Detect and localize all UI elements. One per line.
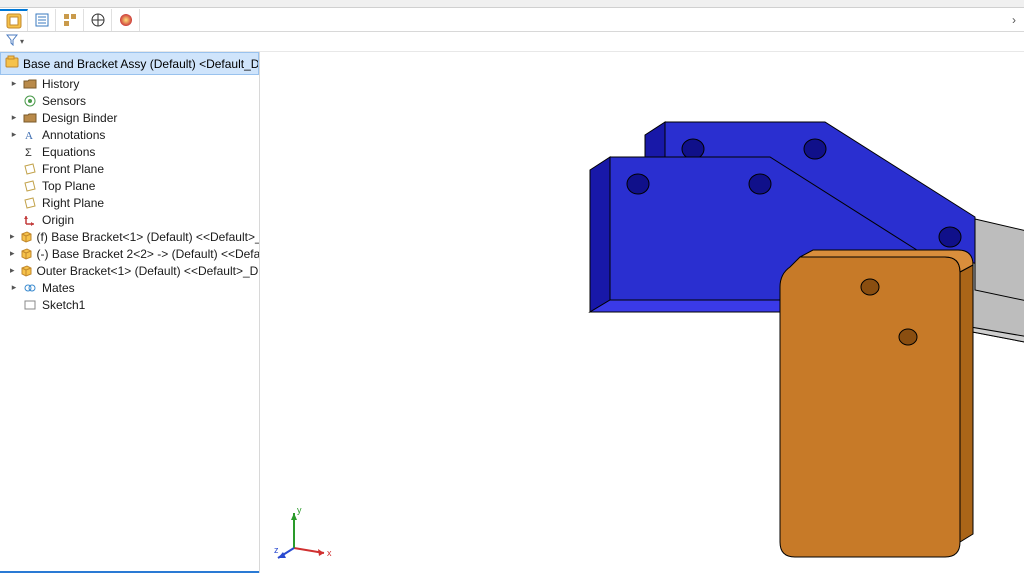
feature-tree: ▸ History Sensors ▸ Design Binder ▸ A Annotatio… [0,75,259,570]
tree-node[interactable]: ▸ Outer Bracket<1> (Default) <<Default>_D… [0,262,259,279]
sigma-icon: Σ [22,145,38,159]
folder-icon [22,111,38,125]
tree-node[interactable]: Σ Equations [0,143,259,160]
svg-text:A: A [25,130,33,142]
tree-expand-toggle[interactable]: ▸ [10,231,15,242]
tree-node[interactable]: Top Plane [0,177,259,194]
tree-node-label: Top Plane [42,179,95,193]
tree-node-label: Mates [42,281,75,295]
sensor-icon [22,94,38,108]
tree-node-label: History [42,77,79,91]
origin-icon [22,213,38,227]
app-root: › ▾ Base and Bracket Assy (Default) <Def… [0,0,1024,573]
mates-icon [22,281,38,295]
panel-tabstrip: › [0,8,1024,32]
tab-display-manager[interactable] [112,9,140,31]
tree-node-label: Right Plane [42,196,104,210]
tree-node[interactable]: Right Plane [0,194,259,211]
tree-node-label: Design Binder [42,111,117,125]
main-area: Base and Bracket Assy (Default) <Default… [0,52,1024,573]
tree-node[interactable]: Sketch1 [0,296,259,313]
sketch-icon [22,298,38,312]
part-icon [19,264,33,278]
tree-root-label: Base and Bracket Assy (Default) <Default… [23,57,259,71]
plane-icon [22,179,38,193]
feature-tree-panel: Base and Bracket Assy (Default) <Default… [0,52,260,573]
tab-feature-manager[interactable] [0,9,28,31]
panel-expand-button[interactable]: › [1004,13,1024,27]
tree-node[interactable]: ▸ History [0,75,259,92]
triad-x-label: x [327,548,332,558]
part-icon [19,230,33,244]
tree-node[interactable]: Front Plane [0,160,259,177]
triad-y-label: y [297,505,302,515]
plane-icon [22,196,38,210]
tree-node-label: Sketch1 [42,298,85,312]
tree-node[interactable]: ▸ A Annotations [0,126,259,143]
tree-node-label: Origin [42,213,74,227]
tree-node[interactable]: ▸ Mates [0,279,259,296]
tab-configuration-manager[interactable] [56,9,84,31]
tree-root-row[interactable]: Base and Bracket Assy (Default) <Default… [0,52,259,75]
tree-node-label: (f) Base Bracket<1> (Default) <<Default>… [37,230,259,244]
tree-node-label: (-) Base Bracket 2<2> -> (Default) <<Def… [37,247,259,261]
part-icon [19,247,33,261]
tree-expand-toggle[interactable]: ▸ [10,78,18,89]
window-top-strip [0,0,1024,8]
tab-property-manager[interactable] [28,9,56,31]
annot-icon: A [22,128,38,142]
tree-node[interactable]: Sensors [0,92,259,109]
graphics-viewport[interactable]: x y z [260,52,1024,573]
filter-icon[interactable] [6,34,18,49]
plane-icon [22,162,38,176]
filter-dropdown-icon[interactable]: ▾ [20,37,24,46]
model-rendering [440,62,1024,573]
tab-dimxpert-manager[interactable] [84,9,112,31]
triad-z-label: z [274,545,279,555]
tree-expand-toggle[interactable]: ▸ [10,265,15,276]
assembly-icon [5,55,19,72]
tree-node[interactable]: ▸ (f) Base Bracket<1> (Default) <<Default… [0,228,259,245]
tree-node-label: Annotations [42,128,105,142]
tree-node-label: Sensors [42,94,86,108]
tree-expand-toggle[interactable]: ▸ [10,129,18,140]
filter-row: ▾ [0,32,1024,52]
tree-expand-toggle[interactable]: ▸ [10,248,15,259]
tree-node[interactable]: Origin [0,211,259,228]
view-triad[interactable]: x y z [274,503,334,563]
tree-expand-toggle[interactable]: ▸ [10,112,18,123]
tree-expand-toggle[interactable]: ▸ [10,282,18,293]
svg-text:Σ: Σ [25,147,32,159]
tree-node[interactable]: ▸ (-) Base Bracket 2<2> -> (Default) <<De… [0,245,259,262]
tree-node-label: Outer Bracket<1> (Default) <<Default>_Di… [37,264,259,278]
tree-node-label: Equations [42,145,95,159]
folder-icon [22,77,38,91]
tree-node[interactable]: ▸ Design Binder [0,109,259,126]
tree-node-label: Front Plane [42,162,104,176]
